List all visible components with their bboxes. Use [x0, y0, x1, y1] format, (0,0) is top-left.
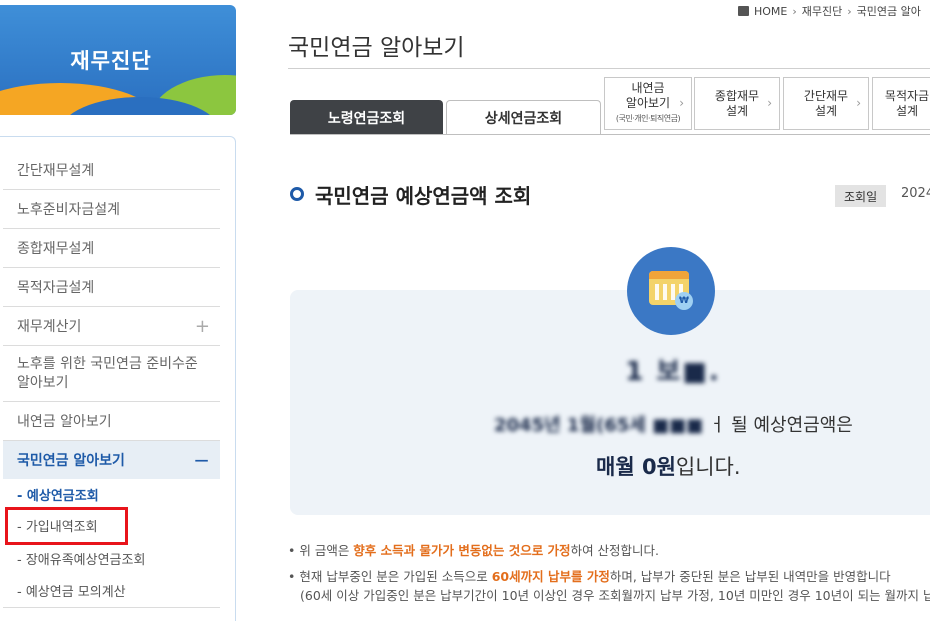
sidebar-subitem-expected-pension[interactable]: - 예상연금조회 — [17, 485, 99, 504]
masked-age: 세 ■■■ — [629, 415, 704, 436]
section-title: 국민연금 예상연금액 조회 — [315, 184, 532, 208]
sidebar-item-label: 노후준비자금설계 — [17, 202, 121, 218]
quick-link-line1: 간단재무 — [803, 88, 849, 103]
result-panel — [290, 290, 930, 515]
inquiry-date-value: 2024 — [901, 186, 930, 201]
sidebar-subitem-simulation[interactable]: - 예상연금 모의계산 — [17, 581, 126, 600]
quick-link-purpose[interactable]: 목적자금 설계 — [872, 77, 930, 130]
sidebar-item-label: 국민연금 알아보기 — [17, 453, 125, 469]
amount-prefix: 매월 — [596, 455, 642, 479]
tab-divider — [290, 134, 930, 135]
title-divider — [288, 68, 930, 69]
tab-detailed-pension[interactable]: 상세연금조회 — [446, 100, 601, 135]
quick-link-text: 종합재무 설계 — [715, 89, 759, 119]
quick-link-text: 간단재무 설계 — [804, 89, 848, 119]
sidebar-item-calculator[interactable]: 재무계산기 + — [3, 307, 220, 346]
quick-link-line2: 설계 — [895, 103, 919, 118]
breadcrumb: HOME › 재무진단 › 국민연금 알아 — [738, 3, 921, 19]
note-3: (60세 이상 가입중인 분은 납부기간이 10년 이상인 경우 조회월까지 납… — [300, 588, 930, 603]
masked-user-name: 1 보■. — [625, 357, 721, 387]
breadcrumb-diagnosis[interactable]: 재무진단 — [802, 3, 842, 19]
monthly-amount: 매월 0원입니다. — [596, 451, 741, 481]
collapse-icon[interactable]: − — [193, 448, 210, 472]
inquiry-date-label: 조회일 — [835, 185, 887, 207]
masked-date: 2045년 1월(65 — [494, 415, 630, 436]
chevron-right-icon: › — [767, 96, 772, 110]
sidebar-item-label: 목적자금설계 — [17, 280, 95, 296]
amount-suffix: 입니다. — [675, 455, 741, 479]
quick-link-line2: 알아보기 — [625, 96, 671, 110]
notes: • 위 금액은 향후 소득과 물가가 변동없는 것으로 가정하여 산정합니다. … — [288, 541, 930, 612]
result-message: 2045년 1월(65세 ■■■ ㅓ 될 예상연금액은 — [494, 411, 853, 437]
sidebar-item-label: 재무계산기 — [17, 319, 82, 335]
sidebar-item-purpose-fund[interactable]: 목적자금설계 — [3, 268, 220, 307]
home-icon — [738, 6, 749, 16]
sidebar-divider — [3, 607, 220, 608]
calendar-money-icon: ₩ — [627, 247, 715, 335]
result-message-suffix: ㅓ 될 예상연금액은 — [708, 415, 853, 436]
sidebar-item-simple-plan[interactable]: 간단재무설계 — [3, 151, 220, 190]
sidebar-subitem-disability-survivor[interactable]: - 장애유족예상연금조회 — [17, 549, 145, 568]
section-bullet-icon — [290, 187, 304, 201]
quick-link-line2: 설계 — [814, 103, 838, 118]
quick-link-comprehensive[interactable]: 종합재무 설계 › — [694, 77, 780, 130]
quick-link-line1: 내연금 — [631, 81, 665, 95]
sidebar-item-label: 노후를 위한 국민연금 준비수준 알아보기 — [17, 355, 198, 391]
quick-link-text: 내연금 알아보기 (국민·개인·퇴직연금) — [615, 81, 681, 126]
sidebar-banner: 재무진단 — [0, 5, 236, 115]
quick-link-line2: 설계 — [725, 103, 749, 118]
sidebar-item-comprehensive-plan[interactable]: 종합재무설계 — [3, 229, 220, 268]
breadcrumb-home[interactable]: HOME — [754, 5, 787, 18]
sidebar-item-pension-readiness[interactable]: 노후를 위한 국민연금 준비수준 알아보기 — [3, 346, 220, 402]
breadcrumb-current[interactable]: 국민연금 알아 — [857, 3, 921, 19]
note-1: • 위 금액은 향후 소득과 물가가 변동없는 것으로 가정하여 산정합니다. — [288, 543, 660, 558]
quick-link-line1: 종합재무 — [714, 88, 760, 103]
tab-old-age-pension[interactable]: 노령연금조회 — [290, 100, 443, 135]
quick-link-subtext: (국민·개인·퇴직연금) — [615, 114, 681, 123]
quick-link-line1: 목적자금 — [884, 88, 930, 103]
quick-link-my-pension[interactable]: 내연금 알아보기 (국민·개인·퇴직연금) › — [604, 77, 692, 130]
sidebar-item-national-pension[interactable]: 국민연금 알아보기 − — [3, 441, 220, 479]
sidebar-item-retirement-fund[interactable]: 노후준비자금설계 — [3, 190, 220, 229]
amount-value: 0원 — [641, 455, 676, 479]
quick-link-simple[interactable]: 간단재무 설계 › — [783, 77, 869, 130]
page-title: 국민연금 알아보기 — [288, 35, 465, 61]
red-highlight-box — [5, 507, 128, 545]
note-2: • 현재 납부중인 분은 가입된 소득으로 60세까지 납부를 가정하며, 납부… — [288, 569, 891, 584]
coin-icon: ₩ — [675, 292, 693, 310]
quick-link-text: 목적자금 설계 — [885, 89, 929, 119]
sidebar-item-my-pension[interactable]: 내연금 알아보기 — [3, 402, 220, 441]
chevron-right-icon: › — [847, 4, 852, 18]
sidebar-item-label: 종합재무설계 — [17, 241, 95, 257]
chevron-right-icon: › — [679, 96, 684, 110]
chevron-right-icon: › — [856, 96, 861, 110]
sidebar-item-label: 간단재무설계 — [17, 163, 95, 179]
chevron-right-icon: › — [792, 4, 797, 18]
sidebar-item-label: 내연금 알아보기 — [17, 414, 112, 430]
expand-icon[interactable]: + — [195, 316, 210, 337]
sidebar-title: 재무진단 — [70, 49, 152, 73]
